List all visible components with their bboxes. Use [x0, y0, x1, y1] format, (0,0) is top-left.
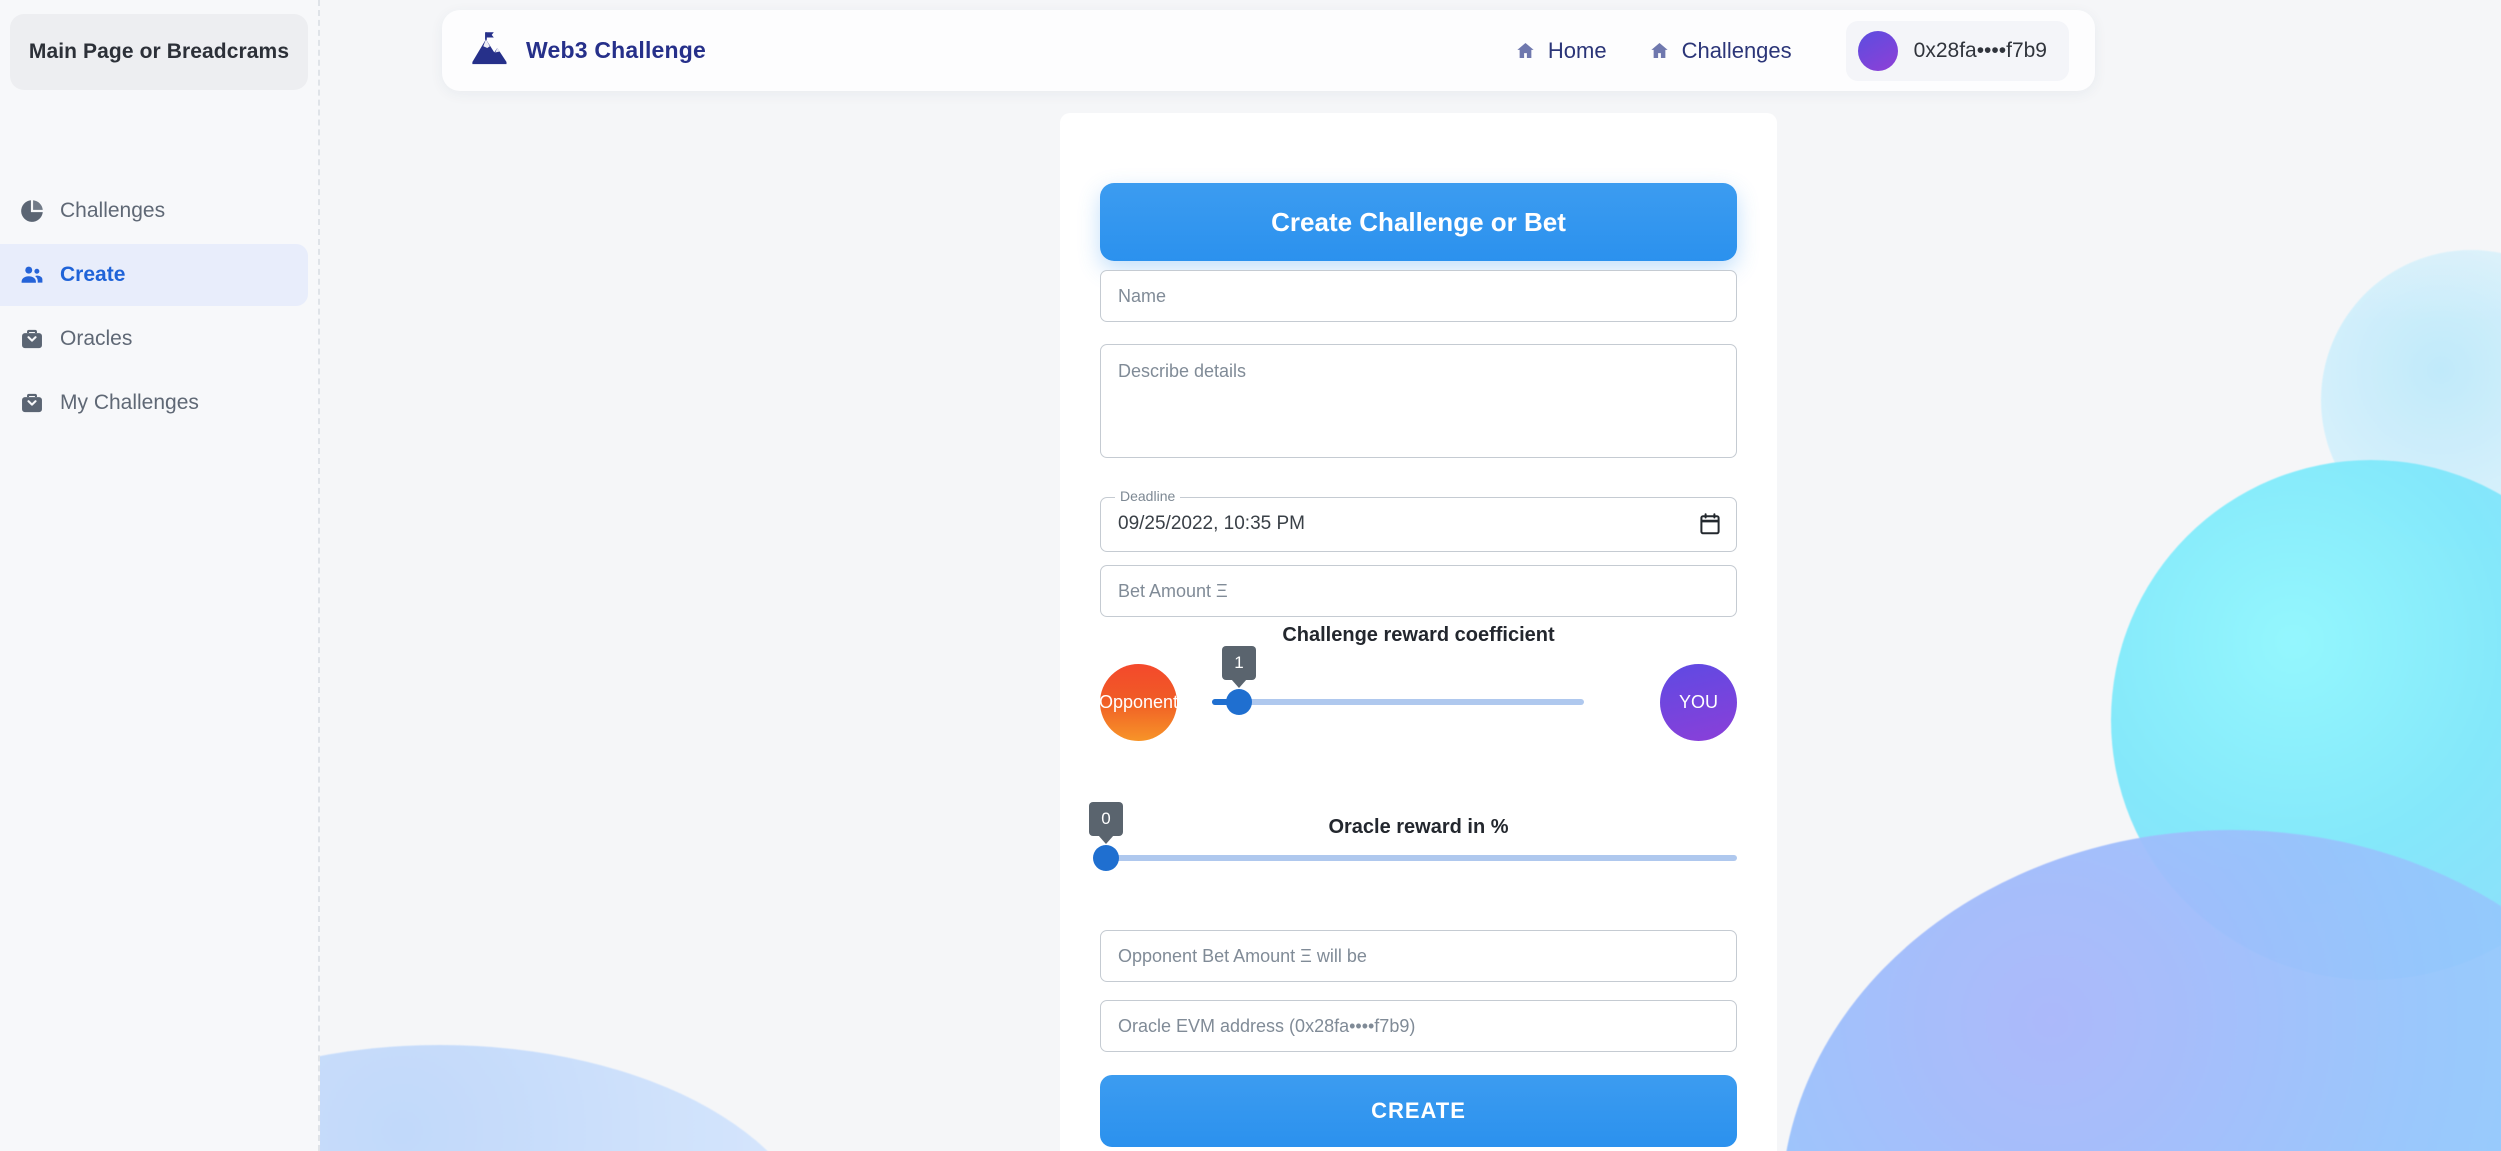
you-avatar: YOU — [1660, 664, 1737, 741]
background-blob-cyan — [2111, 460, 2501, 980]
reward-coefficient-title: Challenge reward coefficient — [1282, 624, 1555, 646]
oracle-reward-slider-row: 0 — [1060, 802, 1777, 903]
deadline-label: Deadline — [1115, 488, 1181, 504]
sidebar-item-label: Challenges — [60, 199, 166, 222]
sidebar-item-my-challenges[interactable]: My Challenges — [0, 372, 308, 434]
home-icon — [1649, 40, 1670, 61]
oracle-value-bubble: 0 — [1089, 802, 1123, 836]
sidebar-item-challenges[interactable]: Challenges — [0, 180, 308, 242]
create-submit-button[interactable]: CREATE — [1100, 1075, 1737, 1147]
coefficient-value-bubble: 1 — [1222, 646, 1256, 680]
bet-amount-input[interactable] — [1100, 565, 1737, 617]
oracle-evm-address-input[interactable] — [1100, 1000, 1737, 1052]
wallet-button[interactable]: 0x28fa••••f7b9 — [1845, 20, 2069, 81]
sidebar-item-label: Create — [60, 263, 126, 286]
brand[interactable]: Web3 Challenge — [468, 27, 706, 74]
topnav-label: Home — [1547, 37, 1607, 63]
avatar — [1857, 30, 1898, 71]
coefficient-slider-thumb[interactable] — [1226, 689, 1252, 715]
background-blob-blue — [1781, 830, 2501, 1151]
app-root: Main Page or Breadcrams Challenges Creat… — [0, 0, 2501, 1151]
background-blob-cyan-small — [2321, 250, 2501, 550]
create-challenge-card: Create Challenge or Bet Deadline 09/25/2… — [1060, 113, 1777, 1151]
reward-coefficient-slider-row: Opponent 1 YOU — [1060, 646, 1777, 768]
top-nav: Home Challenges 0x28fa••••f7b9 — [1515, 20, 2069, 81]
opponent-bet-amount-input[interactable] — [1100, 930, 1737, 982]
oracle-slider-track[interactable] — [1101, 855, 1737, 861]
topnav-label: Challenges — [1681, 37, 1792, 63]
work-bag-icon — [4, 390, 60, 416]
topnav-link-home[interactable]: Home — [1515, 38, 1607, 64]
sidebar-item-label: My Challenges — [60, 391, 199, 414]
brand-name: Web3 Challenge — [526, 37, 707, 63]
create-challenge-heading-button[interactable]: Create Challenge or Bet — [1100, 183, 1737, 261]
calendar-icon[interactable] — [1700, 513, 1720, 540]
describe-details-textarea[interactable] — [1100, 344, 1737, 458]
opponent-avatar: Opponent — [1099, 664, 1178, 741]
sidebar-item-label: Oracles — [60, 327, 133, 350]
pie-chart-icon — [4, 198, 60, 224]
oracle-slider-thumb[interactable] — [1093, 845, 1119, 871]
deadline-value: 09/25/2022, 10:35 PM — [1118, 513, 1305, 534]
deadline-field[interactable]: Deadline 09/25/2022, 10:35 PM — [1100, 488, 1737, 552]
work-bag-icon — [4, 326, 60, 352]
mountain-flag-logo — [468, 27, 510, 74]
sidebar-item-create[interactable]: Create — [0, 244, 308, 306]
people-group-icon — [4, 262, 60, 288]
home-icon — [1515, 40, 1536, 61]
wallet-address: 0x28fa••••f7b9 — [1913, 38, 2047, 62]
sidebar: Main Page or Breadcrams Challenges Creat… — [0, 0, 320, 1151]
breadcrumb[interactable]: Main Page or Breadcrams — [10, 14, 308, 90]
sidebar-nav: Challenges Create Oracles My Challenges — [0, 180, 318, 434]
topnav-link-challenges[interactable]: Challenges — [1649, 38, 1792, 64]
coefficient-slider-track[interactable] — [1212, 699, 1584, 705]
name-input[interactable] — [1100, 270, 1737, 322]
top-header-bar: Web3 Challenge Home Challenges 0x28fa•••… — [442, 10, 2095, 91]
sidebar-item-oracles[interactable]: Oracles — [0, 308, 308, 370]
